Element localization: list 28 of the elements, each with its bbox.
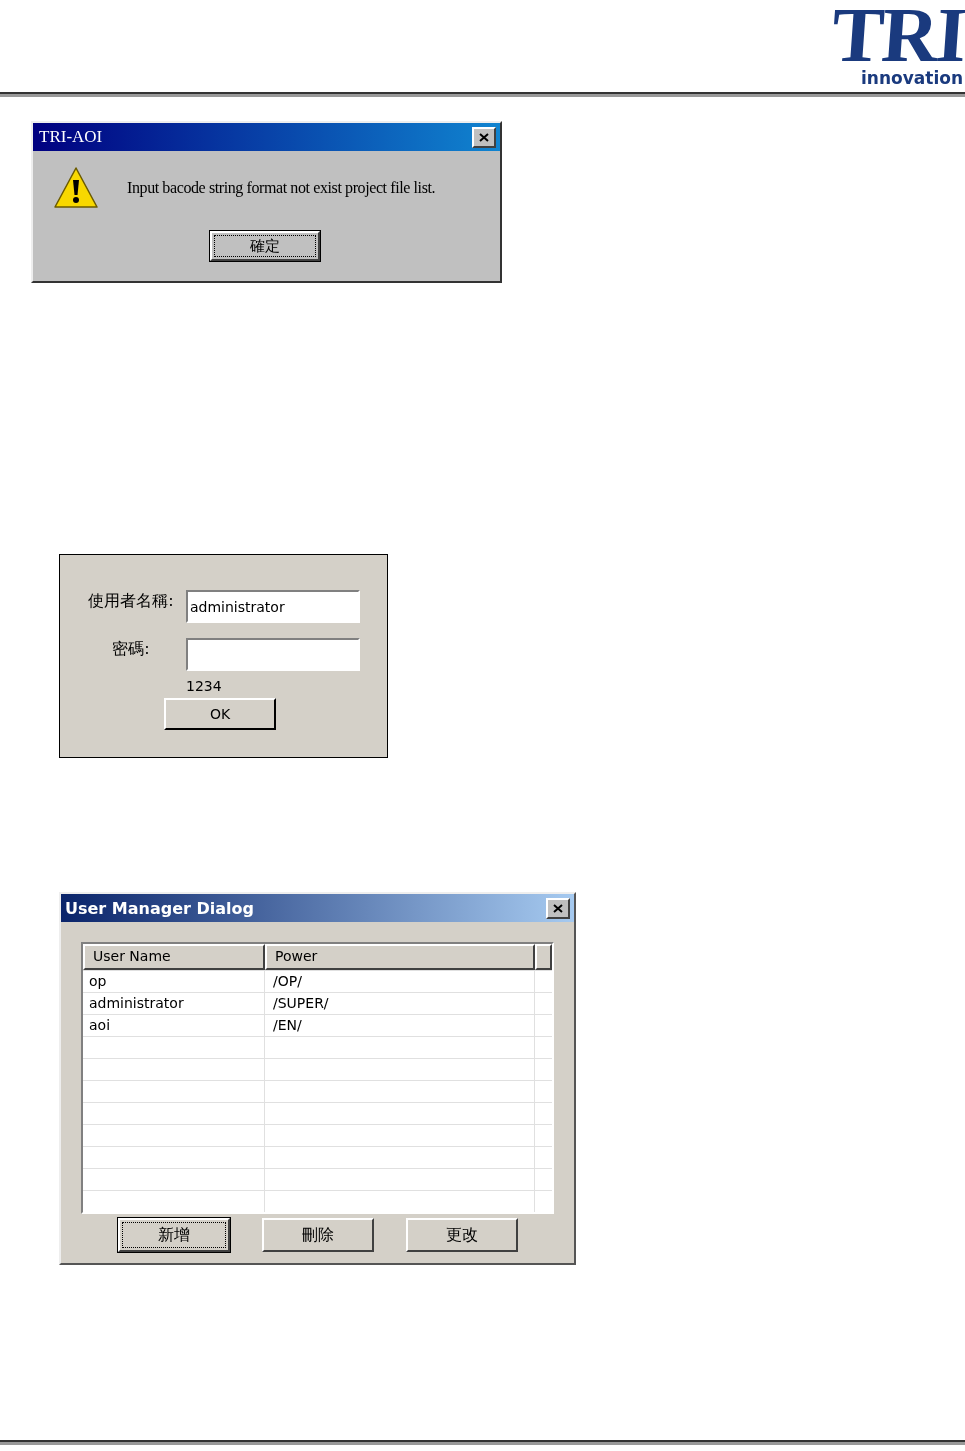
dialog-button[interactable]: 更改 [406,1218,518,1252]
warning-icon [53,165,99,211]
dialog-button[interactable]: OK [164,698,276,730]
close-button[interactable] [472,126,496,148]
dialog-button[interactable]: 刪除 [262,1218,374,1252]
dialog-button[interactable]: 確定 [209,231,320,261]
table-cell: aoi [83,1015,265,1036]
column-header[interactable]: Power [265,944,535,970]
dialog-button[interactable]: 新增 [118,1218,230,1252]
close-button[interactable] [546,897,570,919]
hint-text: 1234 [186,678,223,694]
message-text: Input bacode string format not exist project file list. [127,179,436,197]
close-icon [479,132,489,142]
table-cell: /EN/ [265,1015,535,1036]
table-cell: op [83,971,265,992]
field-label: 密碼: [111,639,151,660]
table-cell: /SUPER/ [265,993,535,1014]
column-header[interactable]: User Name [83,944,265,970]
logo-mark: TRI [829,2,965,68]
input-field[interactable] [186,638,360,671]
window-title: TRI-AOI [39,127,103,147]
close-icon [553,903,563,913]
table-cell: /OP/ [265,971,535,992]
field-label: 使用者名稱: [87,591,175,612]
logo-text: innovation [861,68,963,88]
input-field[interactable]: administrator [186,590,360,623]
table-cell: administrator [83,993,265,1014]
window-title: User Manager Dialog [65,898,254,918]
